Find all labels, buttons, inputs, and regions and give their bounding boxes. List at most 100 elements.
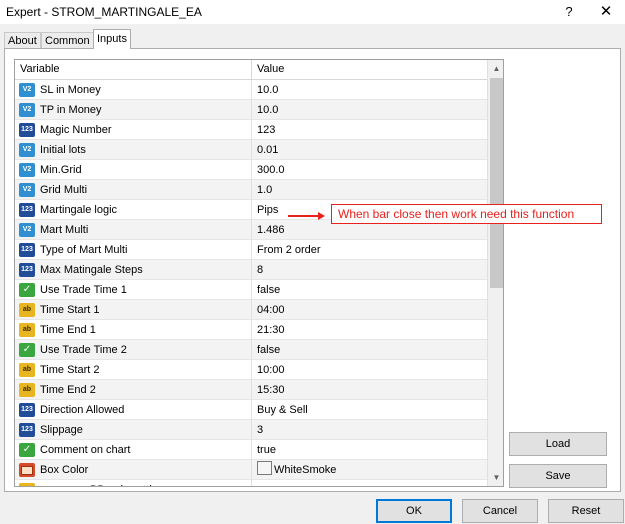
variable-name: TP in Money: [40, 104, 102, 116]
table-row[interactable]: V2 SL in Money 10.0: [15, 80, 487, 100]
bool-type-icon: ✓: [19, 283, 35, 297]
value-text: Pips: [257, 204, 279, 216]
variable-name: SL in Money: [40, 84, 101, 96]
table-row[interactable]: Box Color WhiteSmoke: [15, 460, 487, 480]
scroll-up-icon[interactable]: ▲: [488, 60, 503, 77]
cancel-button[interactable]: Cancel: [462, 499, 538, 523]
value-text: 300.0: [257, 164, 285, 176]
title-bar: Expert - STROM_MARTINGALE_EA ? ✕: [0, 0, 625, 24]
string-type-icon: ab: [19, 383, 35, 397]
variable-name: Use Trade Time 2: [40, 344, 127, 356]
value-cell[interactable]: 10.0: [252, 100, 487, 120]
load-button[interactable]: Load: [509, 432, 607, 456]
value-cell[interactable]: 04:00: [252, 300, 487, 320]
variable-cell[interactable]: ab Time End 2: [15, 380, 252, 400]
variable-cell[interactable]: 123 Max Matingale Steps: [15, 260, 252, 280]
value-text: 8: [257, 264, 264, 276]
value-text: 21:30: [257, 324, 285, 336]
close-button[interactable]: ✕: [592, 2, 620, 22]
value-cell[interactable]: 0.01: [252, 140, 487, 160]
variable-name: Comment on chart: [40, 444, 131, 456]
variable-cell[interactable]: 123 Magic Number: [15, 120, 252, 140]
vertical-scrollbar[interactable]: ▲ ▼: [487, 60, 503, 486]
tab-inputs[interactable]: Inputs: [93, 29, 131, 49]
table-row[interactable]: ab Time Start 2 10:00: [15, 360, 487, 380]
value-cell[interactable]: WhiteSmoke: [252, 460, 487, 480]
variable-cell[interactable]: ab Time Start 2: [15, 360, 252, 380]
variable-cell[interactable]: ✓ Use Trade Time 2: [15, 340, 252, 360]
value-cell[interactable]: false: [252, 280, 487, 300]
table-row[interactable]: 123 Magic Number 123: [15, 120, 487, 140]
string-type-icon: ab: [19, 323, 35, 337]
reset-button[interactable]: Reset: [548, 499, 624, 523]
table-row[interactable]: 123 Max Matingale Steps 8: [15, 260, 487, 280]
table-row[interactable]: 123 Direction Allowed Buy & Sell: [15, 400, 487, 420]
value-cell[interactable]: 10:00: [252, 360, 487, 380]
integer-type-icon: 123: [19, 203, 35, 217]
table-row[interactable]: ab Time Start 1 04:00: [15, 300, 487, 320]
variable-name: Time Start 1: [40, 304, 100, 316]
variable-cell[interactable]: V2 TP in Money: [15, 100, 252, 120]
variable-name: Magic Number: [40, 124, 112, 136]
bool-type-icon: ✓: [19, 343, 35, 357]
value-text: 15:30: [257, 384, 285, 396]
tab-about[interactable]: About: [4, 32, 41, 49]
variable-cell[interactable]: V2 Initial lots: [15, 140, 252, 160]
value-cell[interactable]: false: [252, 340, 487, 360]
value-cell[interactable]: 8: [252, 260, 487, 280]
table-row[interactable]: 123 Slippage 3: [15, 420, 487, 440]
string-type-icon: ab: [19, 483, 35, 486]
value-cell[interactable]: 300.0: [252, 160, 487, 180]
save-button[interactable]: Save: [509, 464, 607, 488]
tab-common[interactable]: Common: [41, 32, 94, 49]
value-cell[interactable]: 10.0: [252, 80, 487, 100]
variable-cell[interactable]: ab Time End 1: [15, 320, 252, 340]
value-cell[interactable]: 1.0: [252, 180, 487, 200]
value-cell[interactable]: 3: [252, 420, 487, 440]
value-cell[interactable]: 123: [252, 120, 487, 140]
variable-cell[interactable]: 123 Martingale logic: [15, 200, 252, 220]
integer-type-icon: 123: [19, 123, 35, 137]
table-row[interactable]: V2 Initial lots 0.01: [15, 140, 487, 160]
table-row[interactable]: V2 Min.Grid 300.0: [15, 160, 487, 180]
value-text: false: [257, 344, 281, 356]
table-row[interactable]: V2 TP in Money 10.0: [15, 100, 487, 120]
header-variable[interactable]: Variable: [15, 60, 252, 79]
double-type-icon: V2: [19, 163, 35, 177]
variable-cell[interactable]: ✓ Comment on chart: [15, 440, 252, 460]
help-button[interactable]: ?: [555, 2, 583, 22]
inputs-table: Variable Value V2 SL in Money 10.0 V2 TP in …: [14, 59, 504, 487]
value-cell[interactable]: ==================================: [252, 480, 487, 486]
variable-cell[interactable]: ab BBands settings: [15, 480, 252, 486]
scroll-down-icon[interactable]: ▼: [488, 469, 503, 486]
variable-cell[interactable]: V2 Mart Multi: [15, 220, 252, 240]
table-row[interactable]: ✓ Use Trade Time 1 false: [15, 280, 487, 300]
table-row[interactable]: ab Time End 1 21:30: [15, 320, 487, 340]
variable-cell[interactable]: 123 Type of Mart Multi: [15, 240, 252, 260]
variable-cell[interactable]: ab Time Start 1: [15, 300, 252, 320]
value-cell[interactable]: Buy & Sell: [252, 400, 487, 420]
table-row[interactable]: V2 Grid Multi 1.0: [15, 180, 487, 200]
header-value[interactable]: Value: [252, 60, 487, 79]
value-cell[interactable]: 21:30: [252, 320, 487, 340]
value-cell[interactable]: 15:30: [252, 380, 487, 400]
variable-name: Use Trade Time 1: [40, 284, 127, 296]
table-row[interactable]: ✓ Comment on chart true: [15, 440, 487, 460]
table-body: V2 SL in Money 10.0 V2 TP in Money 10.0 123 Mag…: [15, 80, 487, 486]
variable-cell[interactable]: V2 Min.Grid: [15, 160, 252, 180]
table-row[interactable]: 123 Type of Mart Multi From 2 order: [15, 240, 487, 260]
value-cell[interactable]: true: [252, 440, 487, 460]
table-row[interactable]: ab Time End 2 15:30: [15, 380, 487, 400]
variable-cell[interactable]: ✓ Use Trade Time 1: [15, 280, 252, 300]
double-type-icon: V2: [19, 223, 35, 237]
variable-cell[interactable]: V2 SL in Money: [15, 80, 252, 100]
variable-cell[interactable]: 123 Direction Allowed: [15, 400, 252, 420]
scroll-thumb[interactable]: [490, 78, 503, 288]
variable-cell[interactable]: V2 Grid Multi: [15, 180, 252, 200]
value-cell[interactable]: From 2 order: [252, 240, 487, 260]
variable-cell[interactable]: Box Color: [15, 460, 252, 480]
table-row[interactable]: ✓ Use Trade Time 2 false: [15, 340, 487, 360]
table-row[interactable]: ab BBands settings =======================…: [15, 480, 487, 486]
variable-cell[interactable]: 123 Slippage: [15, 420, 252, 440]
ok-button[interactable]: OK: [376, 499, 452, 523]
